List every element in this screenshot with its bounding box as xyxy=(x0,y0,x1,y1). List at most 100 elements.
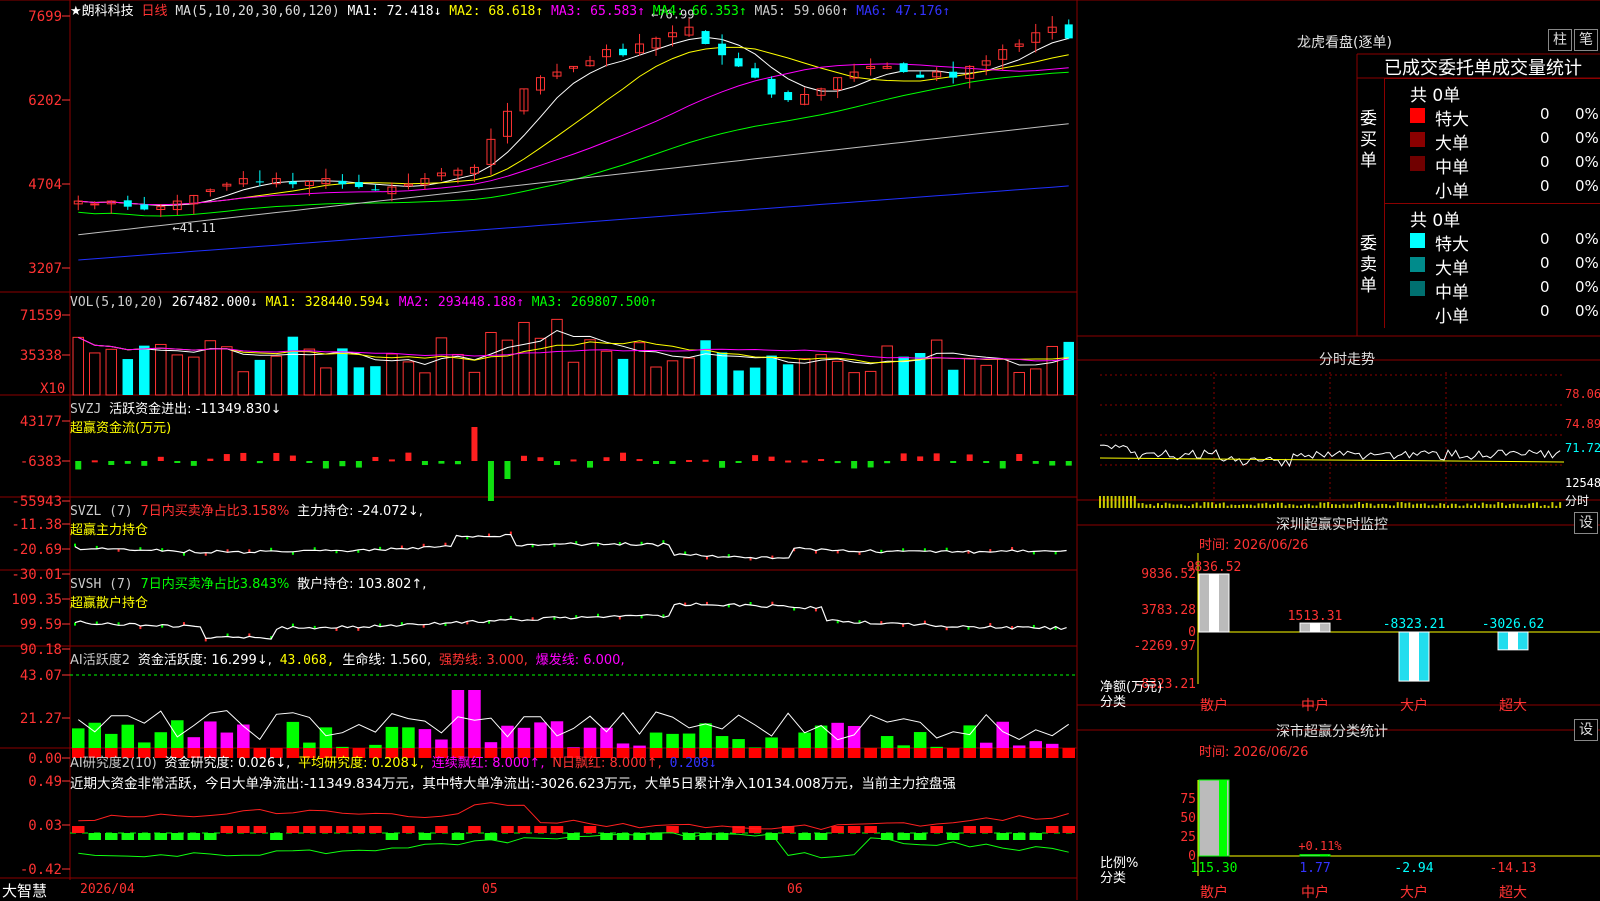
volume-bar-up xyxy=(452,353,464,396)
svzj-bar xyxy=(322,461,329,469)
class-bar-label: 115.30 xyxy=(1191,861,1238,876)
volume-bar-up xyxy=(89,352,101,396)
volume-bar-down xyxy=(749,367,761,395)
ai2-v5: 0.208↓ xyxy=(669,756,717,771)
sz-category-label: 散户 xyxy=(1200,697,1228,714)
research-bar xyxy=(1062,826,1075,833)
sz-class-settings-button[interactable]: 设 xyxy=(1574,719,1598,741)
sz-class-chart[interactable]: 7550250115.30散户1.77中户-2.94大户-14.13超大+0.1… xyxy=(1180,779,1600,900)
svzj-bar xyxy=(157,456,164,461)
research-bar xyxy=(319,826,333,833)
research-bar xyxy=(913,833,927,840)
kline-chart[interactable]: ←76.99←41.11 xyxy=(73,8,1073,261)
svzj-bar xyxy=(702,459,709,462)
svzj-bar xyxy=(768,456,775,461)
sz-monitor-settings-button[interactable]: 设 xyxy=(1574,512,1598,534)
ai1-v3: 生命线: 1.560, xyxy=(342,653,432,668)
price-axis-label: 7699 xyxy=(28,9,62,25)
stock-name[interactable]: ★朗科科技 xyxy=(70,4,134,19)
activity-base xyxy=(1062,748,1075,758)
candle-down xyxy=(767,78,776,95)
svzj-bar xyxy=(141,461,148,466)
sz-ylabel: -2269.97 xyxy=(1133,639,1196,654)
volume-chart[interactable] xyxy=(72,318,1074,396)
volume-bar-down xyxy=(122,359,134,395)
sz-class-time: 时间: 2026/06/26 xyxy=(1199,745,1309,760)
sz-monitor-yunit-text: 净额(万元) xyxy=(1100,680,1163,695)
xaxis-date-1: 2026/04 xyxy=(80,882,135,897)
sz-ylabel: 0 xyxy=(1188,625,1196,640)
svzj-bar xyxy=(91,460,98,463)
candle-down xyxy=(734,58,743,67)
volume-bar-up xyxy=(963,358,976,396)
sz-bar-highlight xyxy=(1409,632,1419,682)
activity-base xyxy=(946,748,960,758)
candle-down xyxy=(784,92,793,101)
svzj-bar xyxy=(273,452,280,461)
volume-bar-down xyxy=(254,359,266,395)
candle-down xyxy=(371,189,380,191)
svzl-sub: 超赢主力持仓 xyxy=(70,523,149,538)
research-bar xyxy=(220,826,234,833)
svzj-chart[interactable] xyxy=(75,427,1072,501)
ai2-axis-label: -0.42 xyxy=(20,862,62,878)
svzj-bar xyxy=(289,455,296,461)
svzj-bar xyxy=(785,460,792,463)
tick-mode-button[interactable]: 笔 xyxy=(1574,29,1598,51)
svzj-bar xyxy=(653,461,660,464)
class-bar-accent xyxy=(1320,854,1328,856)
buy-pct: 0% xyxy=(1575,105,1599,123)
ai1-v2: 43.068, xyxy=(279,653,335,668)
research-bar xyxy=(253,826,267,833)
svzl-hold: 主力持仓: -24.072↓, xyxy=(297,504,423,519)
sz-category-label: 中户 xyxy=(1301,697,1329,714)
volume-bar-up xyxy=(930,339,943,396)
ai-research-chart[interactable] xyxy=(70,802,1077,859)
svzj-bar xyxy=(421,461,428,466)
svzj-bar xyxy=(487,461,494,501)
svzl-label: SVZL (7) xyxy=(70,504,133,519)
volume-bar-up xyxy=(171,354,184,396)
sz-monitor-chart[interactable]: 9836.523783.280-2269.97-8323.219836.52散户… xyxy=(1133,553,1600,714)
research-bar xyxy=(1012,833,1026,840)
ma-label: MA(5,10,20,30,60,120) xyxy=(175,4,340,19)
sz-class-title: 深市超赢分类统计 xyxy=(1276,724,1388,740)
volume-bar-up xyxy=(534,337,547,396)
main-header: ★朗科科技 日线 MA(5,10,20,30,60,120) MA1: 72.4… xyxy=(70,0,950,19)
ai-activity-chart[interactable] xyxy=(70,674,1077,758)
sell-count: 0 xyxy=(1540,278,1550,296)
research-bar xyxy=(946,833,960,840)
activity-base xyxy=(930,748,943,758)
buy-label: 委买单 xyxy=(1360,109,1377,171)
volume-bar-up xyxy=(320,367,332,396)
volume-bar-up xyxy=(666,360,679,396)
research-bar xyxy=(402,826,415,833)
research-bar xyxy=(864,826,877,833)
svzj-bar xyxy=(240,452,247,461)
buy-row: 小单 0 0% xyxy=(1410,177,1600,202)
intraday-chart[interactable]: 78.06 74.89 71.72 12548 分时 xyxy=(1099,372,1600,508)
ma1-value: MA1: 72.418↓ xyxy=(347,4,442,19)
svsh-axis-label: 99.59 xyxy=(20,617,62,633)
sell-count: 0 xyxy=(1540,254,1550,272)
ma3-value: MA3: 65.583↑ xyxy=(551,4,645,19)
candle-down xyxy=(701,31,710,44)
svzj-bar xyxy=(818,459,825,462)
volume-bar-up xyxy=(567,361,580,396)
svzj-bar xyxy=(306,461,313,463)
ma-line-1 xyxy=(78,36,1069,207)
svzj-axis-label: 43177 xyxy=(20,414,62,430)
sell-pct: 0% xyxy=(1575,230,1599,248)
class-category-label: 大户 xyxy=(1400,884,1428,900)
svzj-bar xyxy=(900,453,907,461)
activity-base xyxy=(1029,748,1042,758)
buy-orders-box: 委买单 共 0单 特大 0 0% 大单 0 0% 中单 0 0% 小单 0 0% xyxy=(1360,78,1600,203)
activity-base xyxy=(963,748,976,758)
research-bar xyxy=(418,833,432,840)
period-label[interactable]: 日线 xyxy=(141,4,167,19)
svzj-label: SVZJ xyxy=(70,402,102,417)
bar-mode-button[interactable]: 柱 xyxy=(1548,29,1572,51)
research-bar xyxy=(963,826,976,833)
ai1-v1: 资金活跃度: 16.299↓, xyxy=(137,653,272,668)
svsh-label: SVSH (7) xyxy=(70,577,133,592)
